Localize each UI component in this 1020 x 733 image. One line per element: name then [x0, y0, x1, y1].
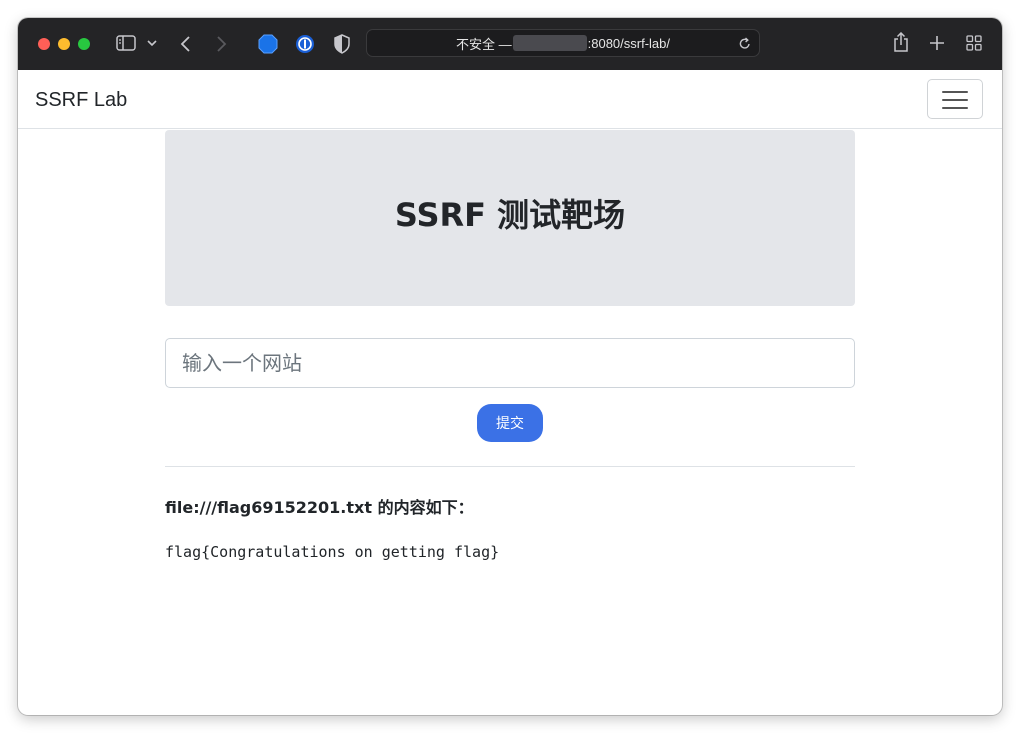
chevron-down-icon[interactable] — [147, 39, 157, 47]
page-title: SSRF 测试靶场 — [394, 196, 626, 234]
address-bar[interactable]: 不安全 — :8080/ssrf-lab/ — [366, 29, 760, 57]
result-content: flag{Congratulations on getting flag} — [165, 543, 500, 561]
hamburger-menu-icon — [942, 91, 968, 93]
browser-window: 不安全 — :8080/ssrf-lab/ SSRF Lab SSRF 测试靶场… — [18, 18, 1002, 715]
extension-icon[interactable] — [258, 34, 278, 54]
share-icon[interactable] — [893, 32, 909, 53]
navbar-brand[interactable]: SSRF Lab — [35, 89, 127, 111]
result-title: file:///flag69152201.txt 的内容如下： — [165, 498, 474, 517]
forward-icon[interactable] — [216, 35, 228, 53]
navbar-toggler-button[interactable] — [927, 79, 983, 119]
url-text: :8080/ssrf-lab/ — [587, 35, 670, 51]
privacy-shield-icon[interactable] — [334, 34, 350, 54]
tab-overview-icon[interactable] — [966, 35, 982, 51]
url-input[interactable] — [165, 338, 855, 388]
redacted-host — [512, 35, 587, 51]
password-manager-icon[interactable] — [295, 34, 315, 54]
submit-button[interactable]: 提交 — [477, 404, 543, 442]
security-status-text: 不安全 — — [456, 36, 512, 52]
new-tab-icon[interactable] — [930, 36, 944, 50]
hamburger-menu-icon-bar — [942, 107, 968, 109]
divider — [165, 466, 855, 467]
zoom-window-button[interactable] — [78, 38, 90, 50]
hero-banner: SSRF 测试靶场 — [165, 130, 855, 306]
site-navbar: SSRF Lab — [18, 70, 1002, 129]
hamburger-menu-icon-bar — [942, 99, 968, 101]
sidebar-icon[interactable] — [116, 35, 136, 51]
minimize-window-button[interactable] — [58, 38, 70, 50]
reload-icon[interactable] — [739, 37, 751, 50]
close-window-button[interactable] — [38, 38, 50, 50]
browser-toolbar: 不安全 — :8080/ssrf-lab/ — [18, 18, 1002, 70]
back-icon[interactable] — [179, 35, 191, 53]
